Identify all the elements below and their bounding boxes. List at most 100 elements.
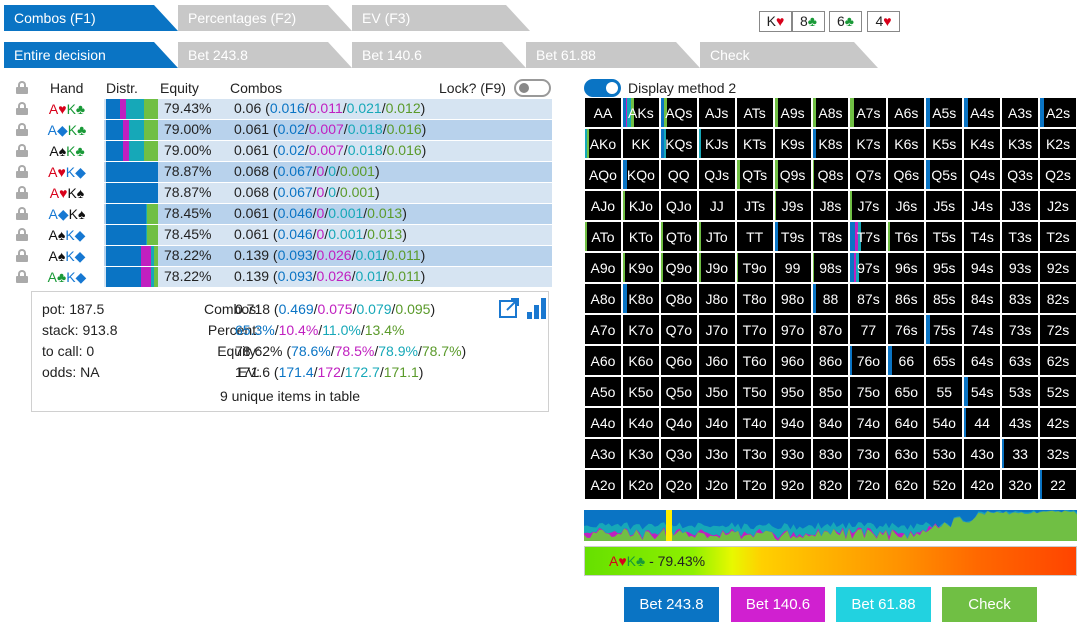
range-cell-JTo[interactable]: JTo [698,222,735,251]
range-cell-Q3o[interactable]: Q3o [660,439,697,468]
range-cell-AJs[interactable]: AJs [698,98,735,127]
range-cell-96s[interactable]: 96s [888,253,925,282]
range-cell-A9o[interactable]: A9o [585,253,621,282]
range-cell-J9s[interactable]: J9s [774,191,811,220]
table-row[interactable]: A♠K◆ 78.45% 0.061 (0.046/0/0.001/0.013) [30,225,552,245]
action-button-bet-140-6[interactable]: Bet 140.6 [731,587,825,622]
table-row[interactable]: A◆K♣ 79.00% 0.061 (0.02/0.007/0.018/0.016) [30,120,552,140]
range-cell-J7s[interactable]: J7s [850,191,887,220]
range-cell-AJo[interactable]: AJo [585,191,621,220]
range-cell-A2s[interactable]: A2s [1040,98,1076,127]
range-cell-54s[interactable]: 54s [964,377,1001,406]
range-cell-54o[interactable]: 54o [926,408,963,437]
range-cell-J4o[interactable]: J4o [698,408,735,437]
range-cell-Q4o[interactable]: Q4o [660,408,697,437]
range-cell-55[interactable]: 55 [926,377,963,406]
range-cell-K7s[interactable]: K7s [850,129,887,158]
range-cell-J6s[interactable]: J6s [888,191,925,220]
range-cell-T9s[interactable]: T9s [774,222,811,251]
range-cell-86s[interactable]: 86s [888,284,925,313]
range-cell-65s[interactable]: 65s [926,346,963,375]
range-cell-76o[interactable]: 76o [850,346,887,375]
range-cell-85o[interactable]: 85o [812,377,849,406]
range-cell-Q3s[interactable]: Q3s [1002,160,1039,189]
range-cell-A4o[interactable]: A4o [585,408,621,437]
lock-all-icon[interactable] [16,81,28,94]
header-combos[interactable]: Combos [230,80,282,96]
range-cell-87o[interactable]: 87o [812,315,849,344]
range-cell-A9s[interactable]: A9s [774,98,811,127]
range-cell-T5o[interactable]: T5o [736,377,773,406]
range-cell-AA[interactable]: AA [585,98,621,127]
range-cell-Q5o[interactable]: Q5o [660,377,697,406]
tab-combos-f1-[interactable]: Combos (F1) [4,5,178,31]
range-cell-Q2o[interactable]: Q2o [660,470,697,499]
range-cell-K4o[interactable]: K4o [622,408,659,437]
tab-entire-decision[interactable]: Entire decision [4,42,178,68]
range-cell-75o[interactable]: 75o [850,377,887,406]
range-cell-J3o[interactable]: J3o [698,439,735,468]
range-cell-KTo[interactable]: KTo [622,222,659,251]
range-cell-J2s[interactable]: J2s [1040,191,1076,220]
range-cell-53s[interactable]: 53s [1002,377,1039,406]
lock-toggle[interactable] [514,79,551,97]
range-cell-75s[interactable]: 75s [926,315,963,344]
range-cell-J3s[interactable]: J3s [1002,191,1039,220]
range-cell-J5o[interactable]: J5o [698,377,735,406]
range-cell-KTs[interactable]: KTs [736,129,773,158]
range-cell-84s[interactable]: 84s [964,284,1001,313]
range-cell-T6s[interactable]: T6s [888,222,925,251]
range-cell-62o[interactable]: 62o [888,470,925,499]
range-cell-T7s[interactable]: T7s [850,222,887,251]
range-cell-82s[interactable]: 82s [1040,284,1076,313]
range-cell-84o[interactable]: 84o [812,408,849,437]
range-cell-63s[interactable]: 63s [1002,346,1039,375]
range-cell-ATs[interactable]: ATs [736,98,773,127]
range-cell-73s[interactable]: 73s [1002,315,1039,344]
range-cell-92o[interactable]: 92o [774,470,811,499]
range-cell-87s[interactable]: 87s [850,284,887,313]
range-cell-JTs[interactable]: JTs [736,191,773,220]
range-cell-88[interactable]: 88 [812,284,849,313]
range-cell-83o[interactable]: 83o [812,439,849,468]
range-cell-43o[interactable]: 43o [964,439,1001,468]
range-cell-74s[interactable]: 74s [964,315,1001,344]
range-cell-95s[interactable]: 95s [926,253,963,282]
range-cell-K5o[interactable]: K5o [622,377,659,406]
range-cell-K9s[interactable]: K9s [774,129,811,158]
range-cell-64o[interactable]: 64o [888,408,925,437]
range-cell-T6o[interactable]: T6o [736,346,773,375]
range-cell-J6o[interactable]: J6o [698,346,735,375]
range-cell-66[interactable]: 66 [888,346,925,375]
range-cell-A8o[interactable]: A8o [585,284,621,313]
range-cell-82o[interactable]: 82o [812,470,849,499]
range-cell-KQs[interactable]: KQs [660,129,697,158]
range-cell-QQ[interactable]: QQ [660,160,697,189]
range-cell-Q9s[interactable]: Q9s [774,160,811,189]
tab-bet-243-8[interactable]: Bet 243.8 [178,42,352,68]
table-row[interactable]: A♥K♠ 78.87% 0.068 (0.067/0/0/0.001) [30,183,552,203]
range-cell-T2s[interactable]: T2s [1040,222,1076,251]
range-cell-K3o[interactable]: K3o [622,439,659,468]
range-cell-86o[interactable]: 86o [812,346,849,375]
range-cell-97o[interactable]: 97o [774,315,811,344]
range-cell-64s[interactable]: 64s [964,346,1001,375]
range-cell-74o[interactable]: 74o [850,408,887,437]
range-cell-A3o[interactable]: A3o [585,439,621,468]
range-cell-K8o[interactable]: K8o [622,284,659,313]
table-row[interactable]: A♠K◆ 78.22% 0.139 (0.093/0.026/0.01/0.011) [30,246,552,266]
header-equity[interactable]: Equity [160,80,199,96]
range-cell-J5s[interactable]: J5s [926,191,963,220]
action-button-check[interactable]: Check [942,587,1037,622]
range-cell-T7o[interactable]: T7o [736,315,773,344]
range-cell-Q4s[interactable]: Q4s [964,160,1001,189]
range-cell-QJo[interactable]: QJo [660,191,697,220]
table-row[interactable]: A♣K◆ 78.22% 0.139 (0.093/0.026/0.01/0.011) [30,267,552,287]
display-method-toggle[interactable] [584,79,621,97]
range-cell-T8s[interactable]: T8s [812,222,849,251]
range-cell-T8o[interactable]: T8o [736,284,773,313]
range-cell-QTs[interactable]: QTs [736,160,773,189]
range-cell-K6s[interactable]: K6s [888,129,925,158]
lock-icon[interactable] [16,270,28,283]
range-cell-65o[interactable]: 65o [888,377,925,406]
